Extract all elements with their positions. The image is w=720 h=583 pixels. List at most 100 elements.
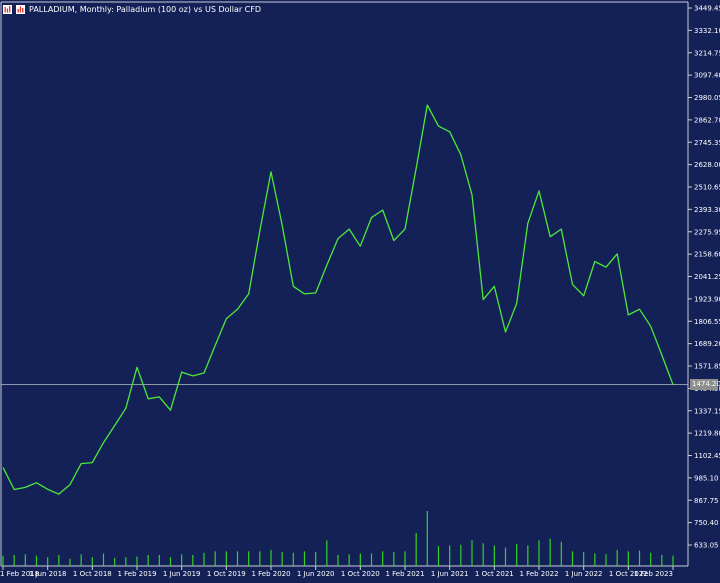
y-tick-label: 633.05 bbox=[694, 542, 719, 550]
volume-bar bbox=[315, 552, 316, 566]
chart-bars-icon-2 bbox=[16, 5, 25, 14]
volume-bar bbox=[505, 548, 506, 566]
y-tick-label: 3332.10 bbox=[694, 27, 720, 35]
volume-bar bbox=[661, 555, 662, 566]
y-tick-label: 1219.80 bbox=[694, 430, 720, 438]
volume-bar bbox=[572, 551, 573, 566]
x-tick-label: 1 Feb 2022 bbox=[519, 570, 558, 578]
volume-bar bbox=[248, 551, 249, 566]
y-tick-label: 2745.35 bbox=[694, 139, 720, 147]
volume-bar bbox=[25, 554, 26, 566]
volume-bar bbox=[393, 552, 394, 566]
price-chart[interactable]: 3449.45 3332.10 3214.75 3097.40 2980.05 2862.… bbox=[0, 0, 720, 579]
volume-bar bbox=[304, 551, 305, 566]
y-tick-label: 2862.70 bbox=[694, 116, 720, 124]
volume-bar bbox=[349, 554, 350, 566]
volume-bar bbox=[527, 545, 528, 566]
volume-bar bbox=[270, 550, 271, 566]
volume-bar bbox=[427, 511, 428, 566]
x-tick-label: 1 Jun 2022 bbox=[565, 570, 603, 578]
x-tick-label: 1 Oct 2019 bbox=[207, 570, 246, 578]
y-tick-label: 985.10 bbox=[694, 474, 719, 482]
volume-bar bbox=[2, 556, 3, 566]
volume-bar bbox=[628, 551, 629, 566]
volume-bar bbox=[460, 545, 461, 566]
y-tick-label: 1337.15 bbox=[694, 407, 720, 415]
volume-bar bbox=[125, 557, 126, 566]
y-tick-label: 750.40 bbox=[694, 519, 719, 527]
price-series-line bbox=[3, 105, 673, 494]
volume-bar bbox=[404, 551, 405, 566]
y-tick-label: 2041.25 bbox=[694, 273, 720, 281]
volume-bar bbox=[337, 555, 338, 566]
x-tick-label: 1 Feb 2021 bbox=[385, 570, 424, 578]
volume-bar bbox=[494, 545, 495, 566]
y-tick-label: 1923.90 bbox=[694, 295, 720, 303]
volume-bar bbox=[226, 551, 227, 566]
volume-bar bbox=[36, 556, 37, 566]
volume-bar bbox=[92, 557, 93, 566]
y-tick-label: 867.75 bbox=[694, 497, 719, 505]
volume-bar bbox=[672, 556, 673, 566]
y-tick-label: 1571.85 bbox=[694, 363, 720, 371]
volume-bar bbox=[282, 552, 283, 566]
x-tick-label: 1 Jun 2018 bbox=[29, 570, 67, 578]
current-price-tag: 1474.20 bbox=[690, 379, 718, 390]
chart-area[interactable]: 3449.45 3332.10 3214.75 3097.40 2980.05 2862.… bbox=[0, 0, 720, 579]
volume-bar bbox=[203, 553, 204, 566]
volume-bar bbox=[605, 554, 606, 566]
y-tick-label: 3449.45 bbox=[694, 5, 720, 13]
volume-bar bbox=[561, 542, 562, 566]
volume-bar bbox=[81, 554, 82, 566]
volume-bar bbox=[114, 558, 115, 566]
volume-bar bbox=[438, 546, 439, 566]
x-tick-label: 1 Feb 2019 bbox=[117, 570, 156, 578]
volume-bar bbox=[192, 555, 193, 566]
volume-bar bbox=[639, 551, 640, 566]
volume-bar bbox=[416, 533, 417, 566]
y-tick-label: 3214.75 bbox=[694, 49, 720, 57]
volume-bar bbox=[583, 552, 584, 566]
volume-bar bbox=[215, 551, 216, 566]
axis-layer: 3449.45 3332.10 3214.75 3097.40 2980.05 2862.… bbox=[0, 2, 720, 578]
volume-bar bbox=[594, 554, 595, 566]
volume-bar bbox=[237, 551, 238, 566]
y-tick-label: 2628.00 bbox=[694, 161, 720, 169]
volume-bar bbox=[617, 550, 618, 566]
x-tick-label: 1 Jun 2021 bbox=[431, 570, 469, 578]
x-tick-label: 1 Jun 2019 bbox=[163, 570, 201, 578]
chart-title-bar: PALLADIUM, Monthly: Palladium (100 oz) v… bbox=[3, 2, 261, 16]
x-tick-label: 1 Oct 2020 bbox=[341, 570, 380, 578]
volume-bar bbox=[103, 554, 104, 566]
x-tick-label: 1 Oct 2021 bbox=[475, 570, 514, 578]
volume-bar bbox=[14, 555, 15, 566]
y-tick-label: 1102.45 bbox=[694, 452, 720, 460]
volume-bar bbox=[449, 545, 450, 566]
volume-bar bbox=[47, 557, 48, 566]
volume-bar bbox=[181, 554, 182, 566]
volume-bar bbox=[69, 559, 70, 566]
y-tick-label: 1689.20 bbox=[694, 340, 720, 348]
volume-bar bbox=[516, 544, 517, 566]
volume-bar bbox=[159, 555, 160, 566]
volume-bar bbox=[550, 539, 551, 566]
volume-bar bbox=[136, 556, 137, 566]
volume-bar bbox=[483, 543, 484, 566]
x-tick-label: 1 Oct 2018 bbox=[73, 570, 112, 578]
volume-layer bbox=[2, 511, 673, 566]
volume-bar bbox=[58, 555, 59, 566]
volume-bar bbox=[170, 557, 171, 566]
volume-bar bbox=[471, 540, 472, 566]
y-tick-label: 2393.30 bbox=[694, 206, 720, 214]
y-tick-label: 2510.65 bbox=[694, 184, 720, 192]
x-tick-label: 1 Feb 2020 bbox=[251, 570, 290, 578]
y-tick-label: 2158.60 bbox=[694, 251, 720, 259]
x-tick-label: 1 Jun 2020 bbox=[297, 570, 335, 578]
y-tick-label: 3097.40 bbox=[694, 72, 720, 80]
volume-bar bbox=[371, 554, 372, 566]
volume-bar bbox=[538, 540, 539, 566]
volume-bar bbox=[148, 555, 149, 566]
volume-bar bbox=[382, 551, 383, 566]
y-tick-label: 2980.05 bbox=[694, 94, 720, 102]
volume-bar bbox=[259, 551, 260, 566]
